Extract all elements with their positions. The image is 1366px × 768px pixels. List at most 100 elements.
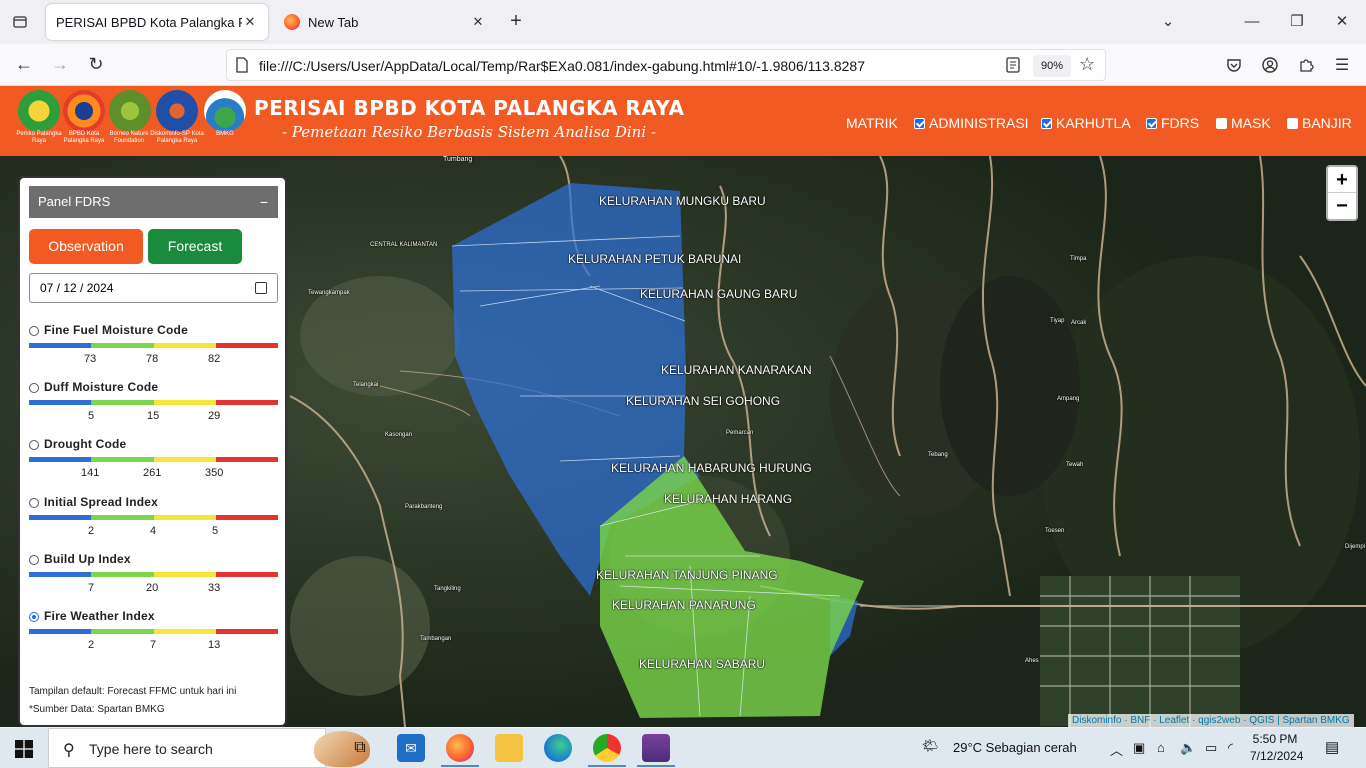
- place-name: Pemarcan: [726, 430, 754, 436]
- index-fine-fuel-moisture-code[interactable]: Fine Fuel Moisture Code 73 78 82: [29, 323, 278, 378]
- pocket-icon[interactable]: [1223, 54, 1245, 76]
- index-drought-code[interactable]: Drought Code 141 261 350: [29, 437, 278, 492]
- menu-fdrs[interactable]: FDRS: [1146, 115, 1199, 131]
- forward-button[interactable]: →: [48, 53, 72, 77]
- observation-button[interactable]: Observation: [29, 229, 143, 264]
- windows-start-icon[interactable]: [15, 740, 33, 758]
- site-header: Pemko Palangka Raya BPBD Kota Palangka R…: [0, 86, 1366, 156]
- index-build-up-index[interactable]: Build Up Index 7 20 33: [29, 552, 278, 607]
- checkbox-checked-icon[interactable]: [914, 117, 925, 129]
- menu-banjir[interactable]: BANJIR: [1287, 115, 1352, 131]
- chrome-icon[interactable]: [593, 734, 621, 762]
- back-button[interactable]: ←: [12, 53, 36, 77]
- tab-list-icon[interactable]: [8, 10, 32, 34]
- index-label: Build Up Index: [44, 552, 131, 566]
- radio-unselected-icon[interactable]: [29, 498, 39, 508]
- checkbox-unchecked-icon[interactable]: [1287, 117, 1298, 129]
- taskbar-search[interactable]: ⚲ Type here to search: [48, 728, 370, 768]
- task-view-icon[interactable]: ⧉: [346, 734, 374, 762]
- radio-unselected-icon[interactable]: [29, 440, 39, 450]
- active-app-indicator: [637, 765, 675, 767]
- weather-icon[interactable]: 🌤: [922, 738, 939, 754]
- menu-matrik[interactable]: MATRIK: [846, 115, 898, 131]
- collapse-icon[interactable]: −: [260, 186, 268, 218]
- reader-view-icon[interactable]: [1005, 57, 1021, 73]
- tab-title: New Tab: [308, 14, 359, 30]
- scale-tick: 13: [208, 639, 221, 651]
- checkbox-checked-icon[interactable]: [1146, 117, 1157, 129]
- scale-tick: 5: [212, 525, 219, 537]
- tab-new[interactable]: New Tab ✕: [274, 4, 496, 40]
- scale-tick: 2: [88, 525, 95, 537]
- restore-button[interactable]: ❐: [1285, 10, 1309, 34]
- menu-mask[interactable]: MASK: [1216, 115, 1271, 131]
- panel-header[interactable]: Panel FDRS −: [29, 186, 278, 218]
- menu-label: ADMINISTRASI: [929, 115, 1029, 131]
- zoom-level[interactable]: 90%: [1033, 55, 1071, 77]
- diskominfo-logo: [156, 90, 198, 132]
- index-label: Drought Code: [44, 437, 127, 451]
- index-label: Fine Fuel Moisture Code: [44, 323, 188, 337]
- file-explorer-icon[interactable]: [495, 734, 523, 762]
- place-name: Tambangan: [420, 636, 452, 642]
- place-name: Tewah: [1066, 462, 1084, 468]
- network-settings-icon[interactable]: ▣: [1133, 740, 1145, 756]
- tab-overflow-chevron-icon[interactable]: ⌄: [1156, 10, 1180, 34]
- color-scale-bar: [29, 572, 278, 577]
- notifications-icon[interactable]: ▤: [1325, 738, 1339, 756]
- minimize-button[interactable]: —: [1240, 10, 1264, 34]
- kelurahan-label: KELURAHAN PETUK BARUNAI: [568, 252, 742, 266]
- show-hidden-icons-chevron-icon[interactable]: ︿: [1110, 740, 1123, 759]
- zoom-out-button[interactable]: −: [1328, 193, 1356, 219]
- site-title: PERISAI BPBD KOTA PALANGKA RAYA: [254, 96, 685, 120]
- menu-label: MATRIK: [846, 115, 898, 131]
- checkbox-checked-icon[interactable]: [1041, 117, 1052, 129]
- radio-unselected-icon[interactable]: [29, 383, 39, 393]
- fdrs-panel: Panel FDRS − Observation Forecast 07 / 1…: [18, 176, 287, 727]
- address-bar[interactable]: file:///C:/Users/User/AppData/Local/Temp…: [226, 49, 1106, 81]
- index-initial-spread-index[interactable]: Initial Spread Index 2 4 5: [29, 495, 278, 550]
- account-icon[interactable]: [1259, 54, 1281, 76]
- firefox-taskbar-icon[interactable]: [446, 734, 474, 762]
- edge-icon[interactable]: [544, 734, 572, 762]
- radio-selected-icon[interactable]: [29, 612, 39, 622]
- date-input[interactable]: 07 / 12 / 2024: [29, 273, 278, 303]
- network-icon[interactable]: ⌂: [1157, 740, 1165, 755]
- bookmark-star-icon[interactable]: ☆: [1079, 54, 1095, 75]
- taskbar-clock[interactable]: 5:50 PM 7/12/2024: [1250, 731, 1303, 765]
- menu-hamburger-icon[interactable]: ☰: [1331, 54, 1353, 76]
- reload-button[interactable]: ↻: [84, 53, 108, 77]
- menu-karhutla[interactable]: KARHUTLA: [1041, 115, 1131, 131]
- menu-administrasi[interactable]: ADMINISTRASI: [914, 115, 1029, 131]
- wifi-icon[interactable]: ◜: [1228, 740, 1233, 756]
- index-duff-moisture-code[interactable]: Duff Moisture Code 5 15 29: [29, 380, 278, 435]
- new-tab-button[interactable]: +: [504, 10, 528, 34]
- color-scale-bar: [29, 629, 278, 634]
- scale-tick: 73: [84, 353, 97, 365]
- close-tab-icon[interactable]: ✕: [242, 14, 258, 30]
- bnf-logo: [109, 90, 151, 132]
- active-app-indicator: [588, 765, 626, 767]
- radio-unselected-icon[interactable]: [29, 326, 39, 336]
- map-attribution[interactable]: Diskominfo · BNF · Leaflet · qgis2web · …: [1068, 714, 1354, 727]
- close-tab-icon[interactable]: ✕: [470, 14, 486, 30]
- calendar-icon[interactable]: [255, 282, 267, 294]
- source-note: *Sumber Data: Spartan BMKG: [29, 704, 165, 715]
- volume-icon[interactable]: 🔈: [1180, 740, 1196, 756]
- forecast-button[interactable]: Forecast: [148, 229, 242, 264]
- kelurahan-label: KELURAHAN SABARU: [639, 657, 766, 671]
- weather-text[interactable]: 29°C Sebagian cerah: [953, 740, 1077, 755]
- index-fire-weather-index[interactable]: Fire Weather Index 2 7 13: [29, 609, 278, 664]
- extensions-icon[interactable]: [1295, 54, 1317, 76]
- camera-icon[interactable]: ▭: [1205, 740, 1217, 756]
- mail-icon[interactable]: ✉: [397, 734, 425, 762]
- zoom-in-button[interactable]: +: [1328, 167, 1356, 193]
- scale-tick: 78: [146, 353, 159, 365]
- checkbox-unchecked-icon[interactable]: [1216, 117, 1227, 129]
- tab-perisai[interactable]: PERISAI BPBD Kota Palangka Raya ✕: [46, 4, 268, 40]
- place-name: Dijempl: [1345, 544, 1366, 550]
- color-scale-bar: [29, 400, 278, 405]
- winrar-icon[interactable]: [642, 734, 670, 762]
- radio-unselected-icon[interactable]: [29, 555, 39, 565]
- close-window-button[interactable]: ✕: [1330, 10, 1354, 34]
